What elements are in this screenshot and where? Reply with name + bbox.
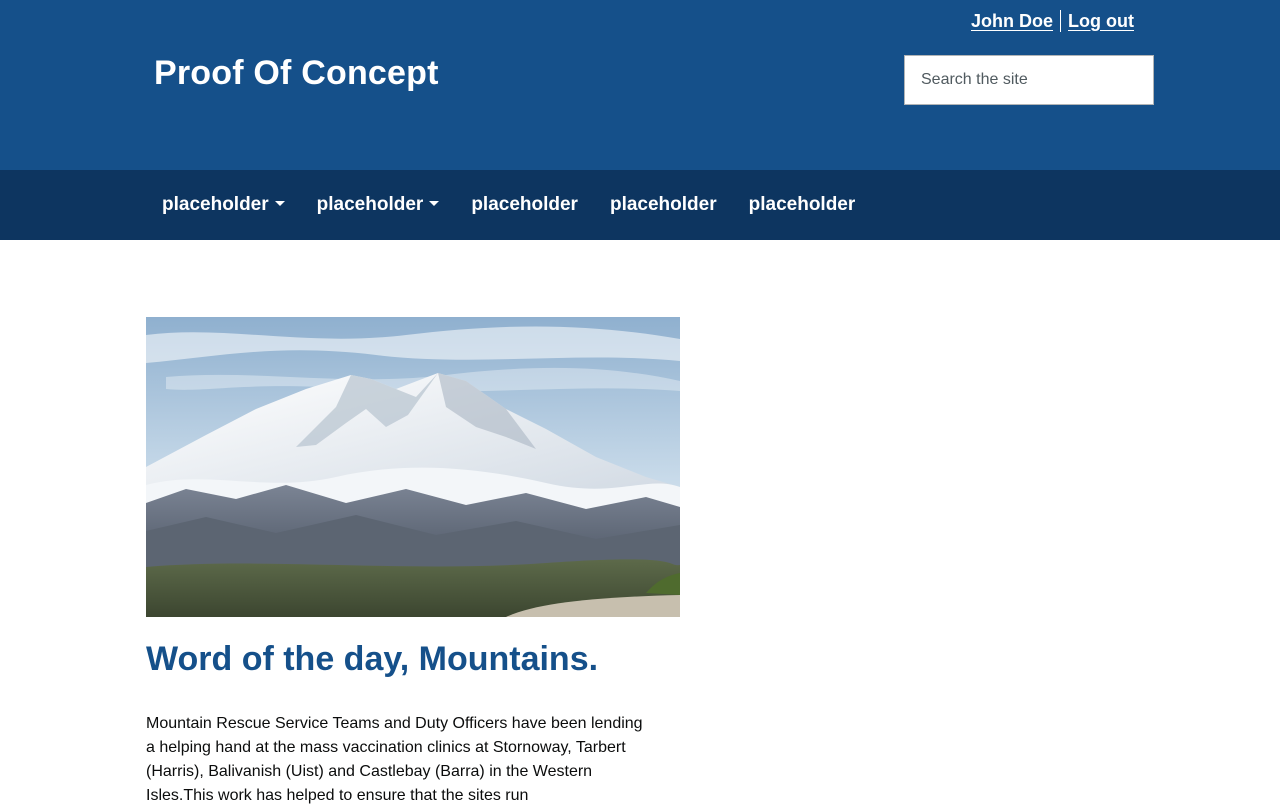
nav-item-4[interactable]: placeholder bbox=[594, 194, 733, 216]
user-profile-link[interactable]: John Doe bbox=[971, 11, 1053, 32]
nav-item-5[interactable]: placeholder bbox=[733, 194, 872, 216]
nav-list: placeholder placeholder placeholder plac… bbox=[146, 170, 871, 240]
article-image bbox=[146, 317, 680, 617]
article-body: Mountain Rescue Service Teams and Duty O… bbox=[146, 715, 643, 804]
chevron-down-icon bbox=[429, 200, 440, 206]
nav-item-label: placeholder bbox=[609, 194, 717, 215]
nav-item-label: placeholder bbox=[316, 194, 424, 215]
chevron-down-icon bbox=[274, 200, 285, 206]
site-header: John Doe Log out Proof Of Concept bbox=[0, 0, 1280, 170]
article-title: Word of the day, Mountains. bbox=[146, 640, 599, 678]
nav-item-1[interactable]: placeholder bbox=[146, 194, 301, 216]
nav-item-label: placeholder bbox=[471, 194, 578, 215]
logout-link[interactable]: Log out bbox=[1068, 11, 1134, 32]
site-title[interactable]: Proof Of Concept bbox=[154, 54, 439, 93]
user-links-divider bbox=[1060, 10, 1062, 32]
nav-item-label: placeholder bbox=[748, 194, 856, 215]
mountain-image bbox=[146, 317, 680, 617]
user-links: John Doe Log out bbox=[971, 10, 1134, 32]
nav-item-3[interactable]: placeholder bbox=[455, 194, 594, 216]
search-input[interactable] bbox=[904, 55, 1154, 105]
nav-item-2[interactable]: placeholder bbox=[301, 194, 456, 216]
main-navigation: placeholder placeholder placeholder plac… bbox=[0, 170, 1280, 240]
nav-item-label: placeholder bbox=[162, 194, 269, 215]
